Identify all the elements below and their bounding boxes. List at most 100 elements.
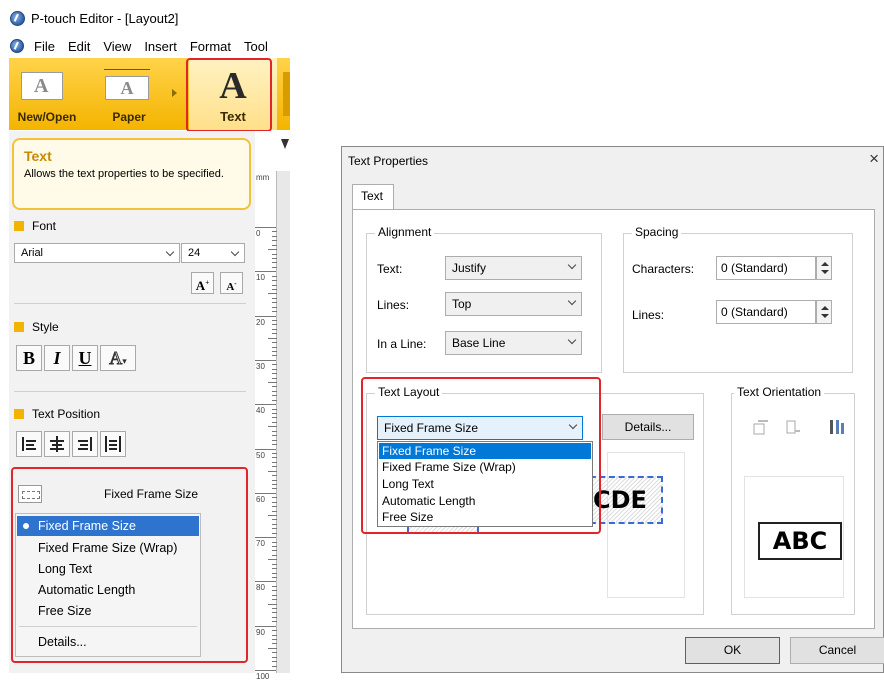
- font-header: Font: [14, 219, 56, 233]
- menu-view[interactable]: View: [103, 39, 131, 54]
- ribbon-overflow-icon[interactable]: [283, 72, 290, 116]
- align-right-button[interactable]: [72, 431, 98, 457]
- font-shrink-icon: A-: [226, 279, 237, 293]
- close-icon[interactable]: ×: [869, 149, 879, 169]
- layout-preview-area: [607, 452, 685, 598]
- section-marker-icon: [14, 221, 24, 231]
- top-ruler: [255, 131, 290, 171]
- ok-button[interactable]: OK: [685, 637, 780, 664]
- ruler-tick: [268, 337, 277, 339]
- alignment-group: Alignment Text: Justify Lines: Top In a …: [366, 225, 602, 373]
- ptouch-editor-window: P-touch Editor - [Layout2] File Edit Vie…: [0, 0, 290, 681]
- align-right-icon: [78, 437, 92, 451]
- menu-file[interactable]: File: [34, 39, 55, 54]
- ruler-number: 100: [256, 672, 270, 681]
- spinner-buttons[interactable]: [816, 256, 832, 280]
- alignment-inline-value: Base Line: [452, 336, 506, 350]
- text-tooltip: Text Allows the text properties to be sp…: [12, 138, 251, 210]
- spin-down-icon: [821, 270, 829, 274]
- orientation-vertical-icon[interactable]: [828, 418, 846, 436]
- font-size-value: 24: [188, 247, 201, 259]
- section-marker-icon: [14, 409, 24, 419]
- style-header: Style: [14, 320, 59, 334]
- paper-button[interactable]: A Paper: [91, 58, 167, 130]
- align-justify-icon: [105, 436, 121, 452]
- doc-menu-icon[interactable]: [10, 39, 24, 53]
- ruler-tick: [255, 448, 276, 450]
- ruler-number: 10: [256, 273, 265, 283]
- ruler-number: 60: [256, 494, 265, 504]
- spinner-buttons[interactable]: [816, 300, 832, 324]
- ruler-tick: [255, 492, 276, 494]
- ruler-tick: [268, 559, 277, 561]
- window-title: P-touch Editor - [Layout2]: [31, 10, 179, 26]
- ruler-number: 50: [256, 450, 265, 460]
- font-grow-icon: A+: [195, 278, 210, 294]
- ruler-tick: [255, 227, 276, 228]
- outline-button[interactable]: A▾: [100, 345, 136, 371]
- ruler-tick: [268, 470, 277, 472]
- layout-preview-text: CDE: [593, 486, 647, 514]
- underline-button[interactable]: U: [72, 345, 98, 371]
- alignment-inline-select[interactable]: Base Line: [445, 331, 582, 355]
- alignment-text-label: Text:: [377, 262, 403, 276]
- italic-button[interactable]: I: [44, 345, 70, 371]
- paper-label: Paper: [112, 110, 146, 124]
- ruler-tick: [255, 404, 276, 406]
- text-orientation-group: Text Orientation ABC: [731, 385, 855, 615]
- chevron-down-icon: [567, 260, 577, 270]
- font-name-select[interactable]: Arial: [14, 243, 180, 263]
- text-position-header: Text Position: [14, 407, 100, 421]
- highlight-text-layout-dropdown: [361, 377, 601, 534]
- ruler-tick: [268, 603, 277, 605]
- vertical-scrollbar[interactable]: [277, 171, 290, 673]
- divider: [14, 303, 246, 304]
- spacing-lines-spinner[interactable]: 0 (Standard): [716, 300, 832, 324]
- text-position-header-label: Text Position: [32, 407, 101, 421]
- dialog-title: Text Properties: [348, 154, 429, 168]
- tooltip-title: Text: [24, 148, 52, 164]
- alignment-lines-select[interactable]: Top: [445, 292, 582, 316]
- ruler-tick: [268, 514, 277, 516]
- ruler-number: 40: [256, 406, 265, 416]
- menu-bar: File Edit View Insert Format Tool: [10, 36, 281, 56]
- menu-edit[interactable]: Edit: [68, 39, 90, 54]
- align-center-icon: [50, 436, 64, 452]
- font-grow-button[interactable]: A+: [191, 272, 214, 294]
- align-center-button[interactable]: [44, 431, 70, 457]
- chevron-down-icon: [567, 296, 577, 306]
- title-bar: P-touch Editor - [Layout2]: [10, 8, 178, 28]
- alignment-text-select[interactable]: Justify: [445, 256, 582, 280]
- align-left-button[interactable]: [16, 431, 42, 457]
- font-shrink-button[interactable]: A-: [220, 272, 243, 294]
- chevron-down-icon: [230, 247, 240, 257]
- font-size-select[interactable]: 24: [181, 243, 245, 263]
- orientation-rotated-icon[interactable]: [784, 418, 802, 436]
- ruler-marker-icon: [281, 139, 289, 149]
- cancel-button[interactable]: Cancel: [790, 637, 884, 664]
- align-justify-button[interactable]: [100, 431, 126, 457]
- highlight-text-button: [186, 58, 272, 132]
- text-layout-details-button[interactable]: Details...: [602, 414, 694, 440]
- font-name-value: Arial: [21, 247, 44, 259]
- new-open-button[interactable]: A New/Open: [9, 58, 85, 130]
- ruler-number: 0: [256, 229, 261, 238]
- menu-tool[interactable]: Tool: [244, 39, 268, 54]
- tab-text[interactable]: Text: [352, 184, 394, 210]
- menu-insert[interactable]: Insert: [144, 39, 177, 54]
- spacing-characters-spinner[interactable]: 0 (Standard): [716, 256, 832, 280]
- spacing-characters-label: Characters:: [632, 262, 695, 276]
- ruler-number: 80: [256, 583, 265, 593]
- orientation-horizontal-icon[interactable]: [752, 418, 770, 436]
- ruler-tick: [255, 625, 276, 627]
- highlight-text-layout: [11, 467, 248, 663]
- section-marker-icon: [14, 322, 24, 332]
- ruler-tick: [255, 670, 276, 671]
- menu-format[interactable]: Format: [190, 39, 231, 54]
- style-header-label: Style: [32, 320, 59, 334]
- bold-button[interactable]: B: [16, 345, 42, 371]
- ruler-tick: [255, 581, 276, 583]
- align-left-icon: [22, 437, 36, 451]
- italic-icon: I: [53, 348, 61, 368]
- ruler-tick: [255, 359, 276, 361]
